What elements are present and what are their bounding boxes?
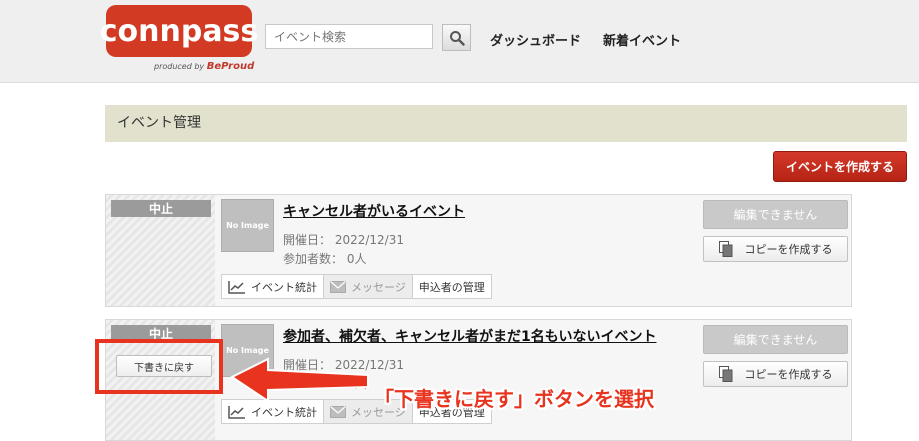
chart-line-icon <box>228 405 245 419</box>
connpass-logo[interactable]: connpass produced by BeProud <box>100 5 258 77</box>
search-icon <box>449 30 465 46</box>
chart-line-icon <box>228 280 245 294</box>
edit-disabled-button: 編集できません <box>703 325 848 354</box>
event-date: 開催日： 2022/12/31 <box>283 233 404 247</box>
nav-new-events[interactable]: 新着イベント <box>603 30 681 49</box>
highlight-box <box>95 339 223 394</box>
envelope-icon <box>330 280 346 293</box>
event-actions: イベント統計 メッセージ 申込者の管理 <box>221 274 492 299</box>
status-badge: 中止 <box>111 200 211 217</box>
status-area: 中止 <box>106 195 215 306</box>
logo-sub-text: produced by <box>154 62 205 71</box>
message-label: メッセージ <box>351 280 406 294</box>
manage-applicants-button[interactable]: 申込者の管理 <box>412 274 492 299</box>
edit-disabled-button: 編集できません <box>703 200 848 229</box>
search-button[interactable] <box>442 24 471 51</box>
event-card: 中止 No Image キャンセル者がいるイベント 開催日： 2022/12/3… <box>105 194 852 307</box>
annotation-text: 「下書きに戻す」ボタンを選択 <box>374 387 654 411</box>
envelope-icon <box>330 405 346 418</box>
logo-tagline: produced by BeProud <box>154 61 254 72</box>
nav-dashboard[interactable]: ダッシュボード <box>490 30 581 49</box>
event-stats-button[interactable]: イベント統計 <box>221 274 324 299</box>
copy-icon <box>718 366 732 382</box>
logo-sub-brand: BeProud <box>206 61 255 72</box>
logo-badge: connpass <box>100 5 258 57</box>
copy-event-label: コピーを作成する <box>744 368 833 381</box>
event-stats-label: イベント統計 <box>251 405 317 419</box>
search-form <box>265 24 471 51</box>
copy-event-button[interactable]: コピーを作成する <box>703 361 848 387</box>
event-participant-count: 参加者数： 0人 <box>283 252 367 266</box>
arrow-left-icon <box>230 357 369 403</box>
event-title[interactable]: キャンセル者がいるイベント <box>283 201 465 221</box>
copy-event-label: コピーを作成する <box>744 243 833 256</box>
event-stats-label: イベント統計 <box>251 280 317 294</box>
section-title: イベント管理 <box>105 105 907 142</box>
event-thumbnail: No Image <box>221 199 274 252</box>
copy-icon <box>718 241 732 257</box>
site-header: connpass produced by BeProud ダッシュボード 新着イ… <box>0 0 919 83</box>
create-event-button[interactable]: イベントを作成する <box>773 151 907 182</box>
event-title[interactable]: 参加者、補欠者、キャンセル者がまだ1名もいないイベント <box>283 326 656 346</box>
search-input[interactable] <box>265 24 433 49</box>
message-button[interactable]: メッセージ <box>324 274 413 299</box>
copy-event-button[interactable]: コピーを作成する <box>703 236 848 262</box>
